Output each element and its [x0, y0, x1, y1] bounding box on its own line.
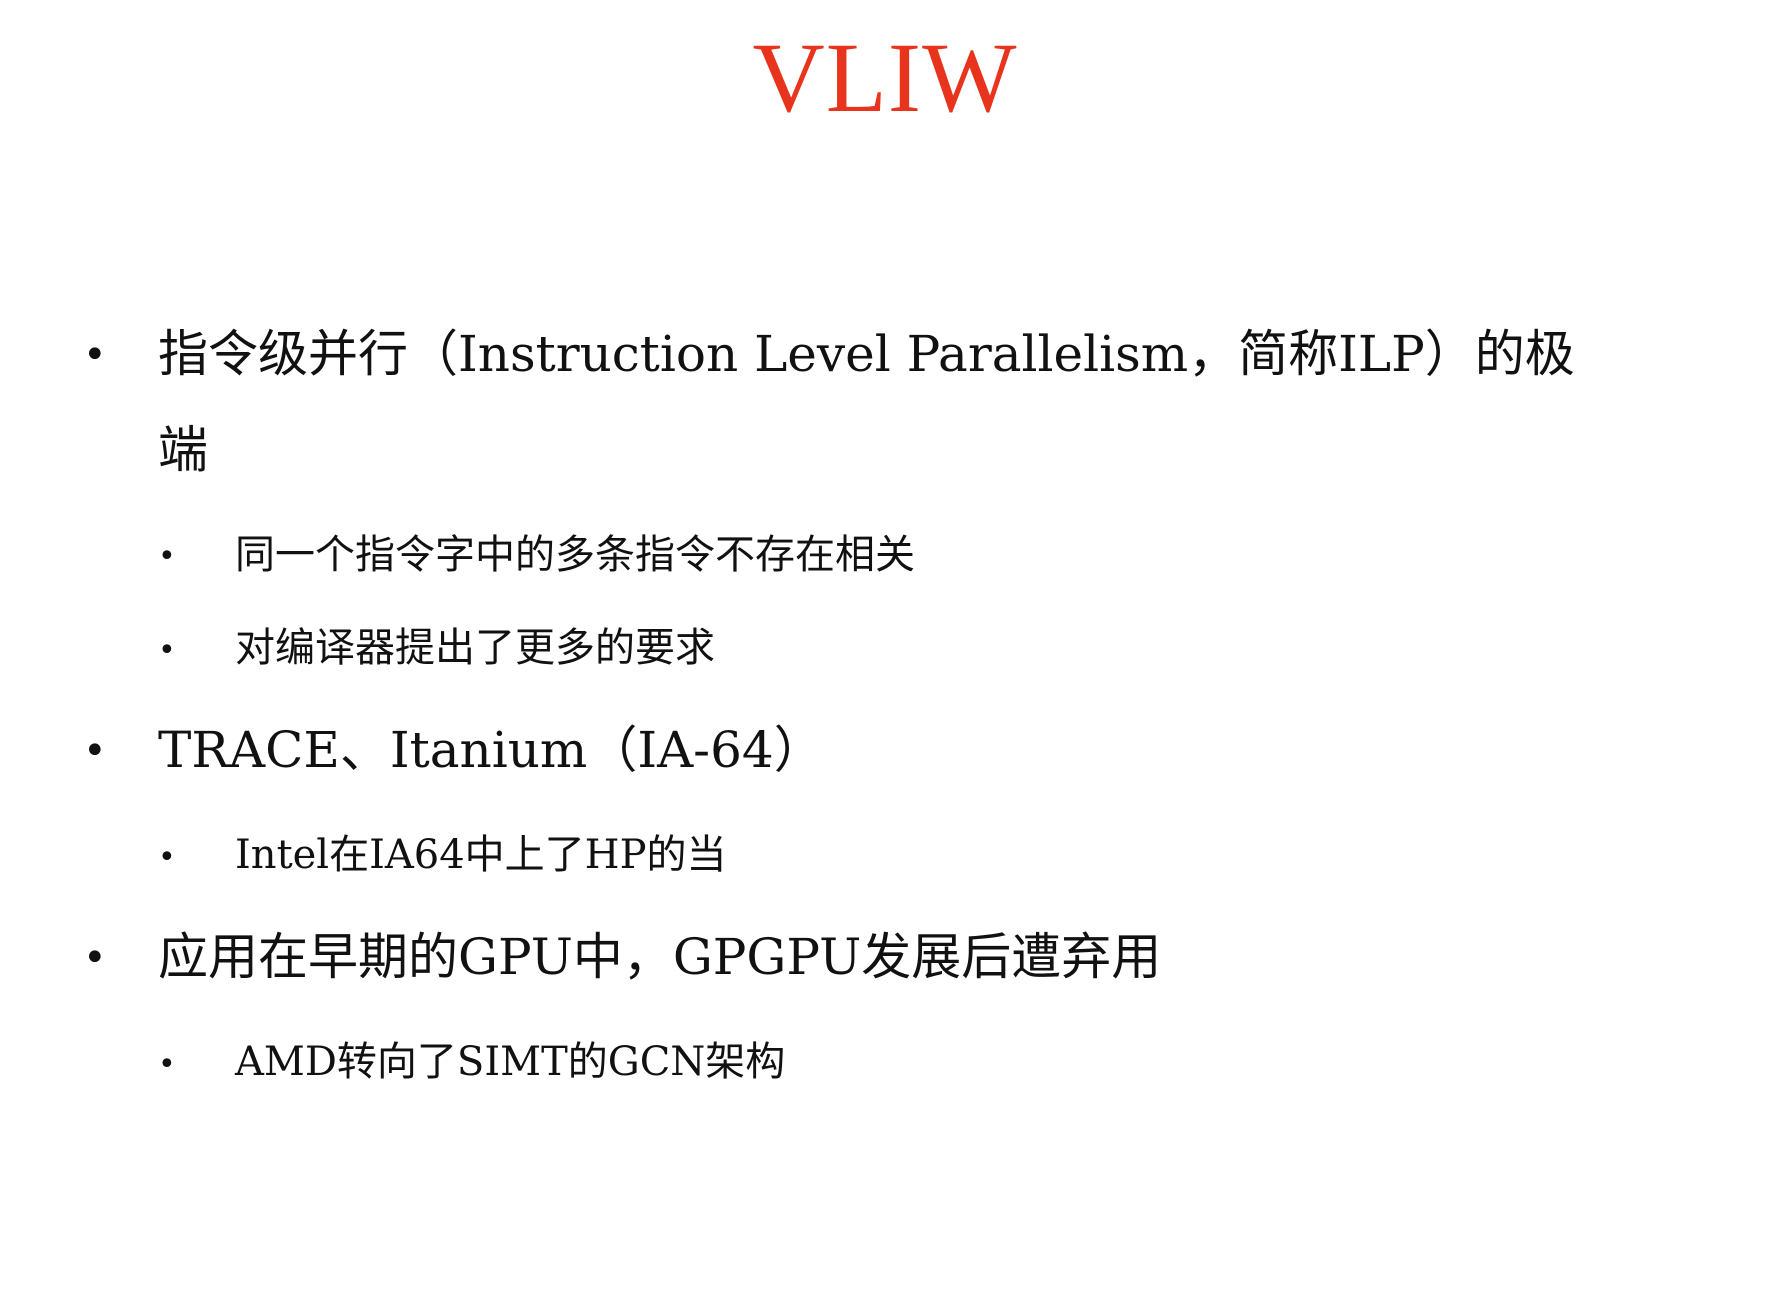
- bullet-list: • 指令级并行（Instruction Level Parallelism，简称…: [0, 0, 1770, 1305]
- bullet-dot: •: [83, 332, 107, 378]
- sub-bullet-dot: •: [158, 1047, 176, 1082]
- bullet-dot: •: [83, 728, 107, 774]
- bullet-dot: •: [83, 935, 107, 981]
- bullet-text-3: 应用在早期的GPU中，GPGPU发展后遭弃用: [158, 928, 1162, 986]
- sub-bullet-text-3-1: AMD转向了SIMT的GCN架构: [235, 1039, 786, 1085]
- sub-bullet-dot: •: [158, 840, 176, 875]
- slide: VLIW • 指令级并行（Instruction Level Paralleli…: [0, 0, 1770, 1305]
- sub-bullet-text-2-1: Intel在IA64中上了HP的当: [235, 832, 727, 878]
- bullet-text-1: 指令级并行（Instruction Level Parallelism，简称IL…: [158, 325, 1575, 383]
- sub-bullet-dot: •: [158, 633, 176, 668]
- bullet-text-2: TRACE、Itanium（IA-64）: [158, 721, 824, 779]
- sub-bullet-text-1-2: 对编译器提出了更多的要求: [235, 625, 715, 671]
- sub-bullet-dot: •: [158, 539, 176, 574]
- sub-bullet-text-1-1: 同一个指令字中的多条指令不存在相关: [235, 532, 915, 578]
- bullet-text-1-continuation: 端: [158, 421, 208, 479]
